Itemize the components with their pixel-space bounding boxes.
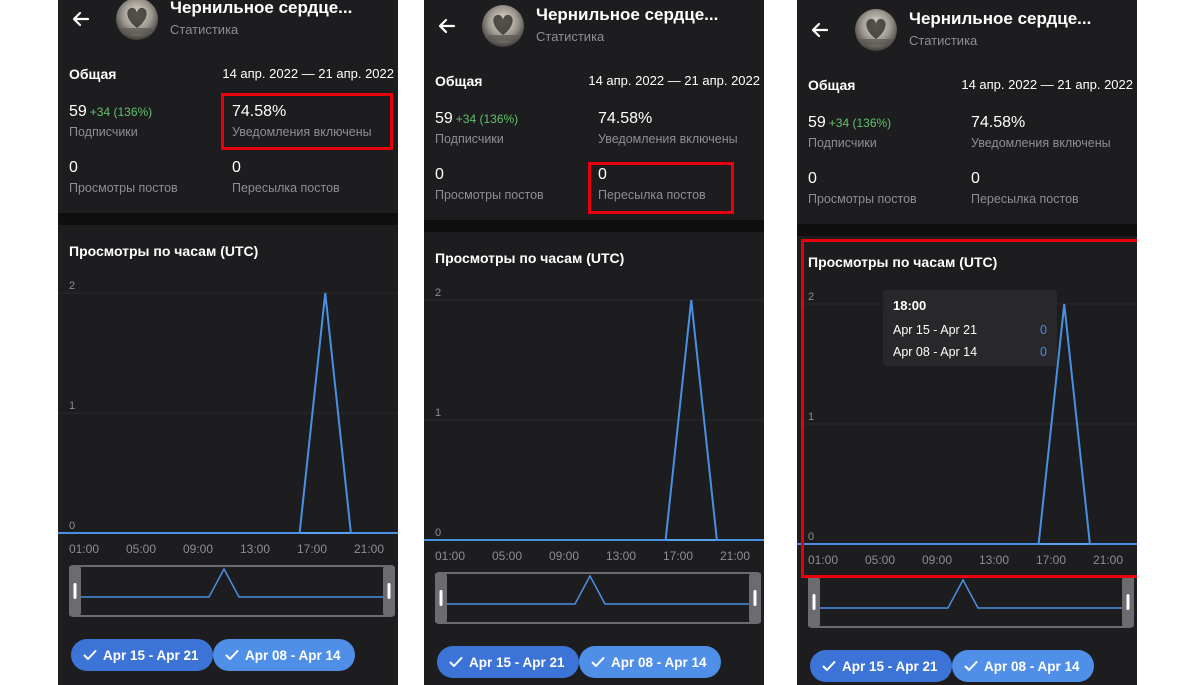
channel-avatar [116, 0, 158, 40]
date-range: 14 апр. 2022 — 21 апр. 2022 [222, 66, 394, 81]
channel-avatar [482, 5, 524, 47]
checkmark-icon [83, 650, 97, 660]
channel-avatar [855, 9, 897, 51]
stats-screen-3: Чернильное сердце... Статистика Общая 14 ап… [797, 0, 1137, 685]
filter-pill-label: Apr 08 - Apr 14 [245, 647, 341, 663]
overview-heading: Общая [808, 77, 856, 93]
range-navigator[interactable] [69, 565, 395, 617]
back-arrow-icon[interactable] [807, 17, 833, 43]
y-tick-label: 1 [69, 400, 75, 412]
subscribers-label: Подписчики [69, 125, 138, 139]
x-tick-label: 05:00 [492, 549, 522, 560]
filter-pill-1[interactable]: Apr 15 - Apr 21 [71, 639, 213, 671]
filter-pill-2[interactable]: Apr 08 - Apr 14 [579, 646, 721, 678]
chart-title: Просмотры по часам (UTC) [69, 243, 259, 259]
section-divider [797, 224, 1137, 236]
highlight-box [588, 162, 734, 214]
chart-title: Просмотры по часам (UTC) [435, 250, 625, 266]
filter-pill-label: Apr 08 - Apr 14 [611, 654, 707, 670]
date-range: 14 апр. 2022 — 21 апр. 2022 [588, 73, 760, 88]
highlight-box [801, 239, 1137, 578]
post-views-value: 0 [69, 159, 78, 176]
channel-title: Чернильное сердце... [909, 9, 1092, 28]
checkmark-icon [822, 661, 836, 671]
filter-pill-2[interactable]: Apr 08 - Apr 14 [213, 639, 355, 671]
subscribers-count: 59 [435, 110, 453, 127]
date-range: 14 апр. 2022 — 21 апр. 2022 [961, 77, 1133, 92]
channel-title: Чернильное сердце... [170, 0, 353, 17]
subscribers-value: 59 +34 (136%) [69, 103, 152, 121]
post-views-label: Просмотры постов [808, 192, 917, 206]
x-tick-label: 09:00 [183, 542, 213, 553]
filter-pill-label: Apr 15 - Apr 21 [842, 658, 938, 674]
subscribers-value: 59 +34 (136%) [435, 110, 518, 128]
back-arrow-icon[interactable] [68, 6, 94, 32]
x-tick-label: 01:00 [69, 542, 99, 553]
subscribers-count: 59 [69, 103, 87, 120]
filter-pill-2[interactable]: Apr 08 - Apr 14 [952, 650, 1094, 682]
section-divider [58, 213, 398, 225]
checkmark-icon [591, 657, 605, 667]
y-tick-label: 0 [435, 527, 441, 539]
overview-heading: Общая [69, 66, 117, 82]
channel-subtitle: Статистика [170, 22, 239, 37]
x-tick-label: 09:00 [549, 549, 579, 560]
stats-screen-2: Чернильное сердце... Статистика Общая 14 ап… [424, 0, 764, 685]
y-tick-label: 1 [435, 407, 441, 419]
views-by-hour-chart[interactable]: 0 1 2 01:00 05:00 09:00 13:00 17:00 21:00 [424, 280, 764, 560]
back-arrow-icon[interactable] [434, 13, 460, 39]
post-views-label: Просмотры постов [435, 188, 544, 202]
channel-subtitle: Статистика [909, 33, 978, 48]
filter-pill-1[interactable]: Apr 15 - Apr 21 [437, 646, 579, 678]
overview-heading: Общая [435, 73, 483, 89]
x-tick-label: 17:00 [297, 542, 327, 553]
subscribers-delta: +34 (136%) [455, 112, 519, 126]
x-tick-label: 05:00 [126, 542, 156, 553]
post-views-value: 0 [435, 166, 444, 183]
subscribers-label: Подписчики [808, 136, 877, 150]
notifications-value: 74.58% [971, 114, 1026, 131]
post-shares-label: Пересылка постов [232, 181, 340, 195]
filter-pill-label: Apr 15 - Apr 21 [469, 654, 565, 670]
post-views-label: Просмотры постов [69, 181, 178, 195]
x-tick-label: 01:00 [435, 549, 465, 560]
filter-pill-label: Apr 15 - Apr 21 [103, 647, 199, 663]
subscribers-value: 59 +34 (136%) [808, 114, 891, 132]
post-shares-value: 0 [971, 170, 980, 187]
post-shares-label: Пересылка постов [971, 192, 1079, 206]
stats-screen-1: Чернильное сердце... Статистика Общая 14 ап… [58, 0, 398, 685]
channel-subtitle: Статистика [536, 29, 605, 44]
checkmark-icon [449, 657, 463, 667]
filter-pill-1[interactable]: Apr 15 - Apr 21 [810, 650, 952, 682]
x-tick-label: 21:00 [720, 549, 750, 560]
range-navigator[interactable] [435, 572, 761, 624]
subscribers-count: 59 [808, 114, 826, 131]
views-by-hour-chart[interactable]: 0 1 2 01:00 05:00 09:00 13:00 17:00 21:00 [58, 273, 398, 553]
x-tick-label: 17:00 [663, 549, 693, 560]
checkmark-icon [964, 661, 978, 671]
checkmark-icon [225, 650, 239, 660]
post-views-value: 0 [808, 170, 817, 187]
filter-pill-label: Apr 08 - Apr 14 [984, 658, 1080, 674]
x-tick-label: 21:00 [354, 542, 384, 553]
subscribers-delta: +34 (136%) [828, 116, 892, 130]
subscribers-label: Подписчики [435, 132, 504, 146]
y-tick-label: 0 [69, 520, 75, 532]
notifications-label: Уведомления включены [598, 132, 738, 146]
highlight-box [221, 93, 393, 150]
channel-title: Чернильное сердце... [536, 5, 719, 24]
notifications-value: 74.58% [598, 110, 653, 127]
x-tick-label: 13:00 [606, 549, 636, 560]
post-shares-value: 0 [232, 159, 241, 176]
y-tick-label: 2 [435, 287, 441, 299]
notifications-label: Уведомления включены [971, 136, 1111, 150]
subscribers-delta: +34 (136%) [89, 105, 153, 119]
section-divider [424, 220, 764, 232]
x-tick-label: 13:00 [240, 542, 270, 553]
y-tick-label: 2 [69, 280, 75, 292]
range-navigator[interactable] [808, 576, 1134, 628]
